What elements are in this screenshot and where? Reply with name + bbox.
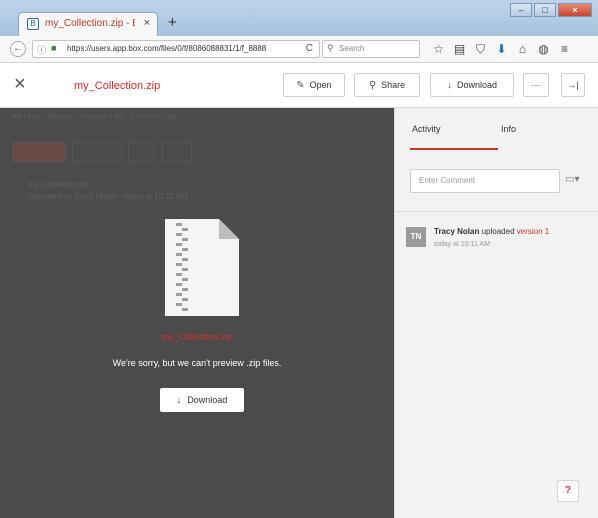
background-text: uploaded by Tracy Nolan · today at 10:11… — [28, 192, 188, 201]
window-controls: – □ × — [510, 3, 592, 17]
zip-file-icon — [165, 219, 239, 316]
site-info-icon[interactable]: ⓘ — [37, 43, 46, 56]
tab-info[interactable]: Info — [501, 124, 516, 134]
browser-toolbar-icons: ☆ ▤ ⛉ ⬇ ⌂ ◍ ≡ — [428, 40, 575, 58]
download-arrow-icon: ↓ — [176, 395, 182, 405]
open-button[interactable]: ✎ Open — [283, 73, 345, 97]
background-new-button — [12, 142, 66, 162]
download-button-label: Download — [456, 80, 498, 90]
background-breadcrumb: All Files › Shared › Sample › my_Collect… — [12, 112, 177, 121]
back-arrow-icon[interactable]: ← — [10, 41, 26, 57]
reload-icon[interactable]: C — [306, 43, 313, 54]
close-window-button[interactable]: × — [558, 3, 592, 17]
activity-user[interactable]: Tracy Nolan — [434, 227, 479, 236]
help-button[interactable]: ? — [557, 480, 579, 502]
preview-area: All Files › Shared › Sample › my_Collect… — [0, 108, 394, 518]
download-arrow-icon: ↓ — [446, 79, 452, 91]
tab-close-icon[interactable]: × — [144, 17, 150, 29]
avatar: TN — [406, 227, 426, 247]
share-button[interactable]: ⚲ Share — [354, 73, 420, 97]
more-options-icon: ··· — [531, 80, 541, 90]
tab-activity[interactable]: Activity — [412, 124, 441, 134]
title-bar: B my_Collection.zip - Box × + – □ × — [0, 0, 598, 36]
more-options-button[interactable]: ··· — [523, 73, 549, 97]
maximize-button[interactable]: □ — [534, 3, 556, 17]
tab-title: my_Collection.zip - Box — [45, 18, 135, 29]
url-bar[interactable]: ⓘ ■ https://users.app.box.com/files/0/f/… — [32, 40, 320, 58]
preview-unavailable-message: We're sorry, but we can't preview .zip f… — [112, 358, 282, 368]
pocket-icon[interactable]: ⛉ — [470, 40, 491, 58]
activity-item: Tracy Nolan uploaded version 1 — [434, 227, 549, 236]
browser-window: B my_Collection.zip - Box × + – □ × ← ⓘ … — [0, 0, 598, 518]
preview-file-name: my_Collection.zip — [161, 332, 233, 342]
preview-header: × my_Collection.zip ✎ Open ⚲ Share ↓ Dow… — [0, 63, 598, 108]
download-button[interactable]: ↓ Download — [430, 73, 514, 97]
box-favicon-icon: B — [27, 18, 39, 30]
background-button — [72, 142, 122, 162]
background-text: my_Collection.zip — [28, 180, 91, 189]
collapse-sidebar-button[interactable]: →| — [561, 73, 585, 97]
minimize-button[interactable]: – — [510, 3, 532, 17]
preview-download-label: Download — [187, 395, 228, 405]
comment-input[interactable]: Enter Comment — [410, 169, 560, 193]
comment-options-icon[interactable]: ▭▾ — [565, 174, 579, 185]
menu-icon[interactable]: ≡ — [554, 40, 575, 58]
activity-timestamp: today at 10:11 AM — [434, 241, 490, 248]
home-icon[interactable]: ⌂ — [512, 40, 533, 58]
close-preview-icon[interactable]: × — [14, 74, 26, 94]
browser-tab[interactable]: B my_Collection.zip - Box × — [18, 12, 158, 36]
reading-list-icon[interactable]: ▤ — [449, 40, 470, 58]
search-input[interactable]: ⚲ Search — [322, 40, 420, 58]
activity-version-link[interactable]: version 1 — [517, 227, 549, 236]
file-name: my_Collection.zip — [74, 80, 161, 92]
collapse-sidebar-icon: →| — [567, 80, 579, 90]
search-placeholder: Search — [339, 44, 365, 53]
sidebar-divider — [395, 211, 598, 212]
url-text[interactable]: https://users.app.box.com/files/0/f/8086… — [67, 44, 279, 53]
background-button — [162, 142, 192, 162]
pencil-icon: ✎ — [296, 79, 305, 91]
chat-icon[interactable]: ◍ — [533, 40, 554, 58]
sidebar: Activity Info Enter Comment ▭▾ TN Tracy … — [394, 108, 598, 518]
bookmark-star-icon[interactable]: ☆ — [428, 40, 449, 58]
search-icon: ⚲ — [327, 43, 334, 53]
navigation-bar: ← ⓘ ■ https://users.app.box.com/files/0/… — [0, 36, 598, 63]
background-button — [128, 142, 154, 162]
open-button-label: Open — [309, 80, 332, 90]
activity-action: uploaded — [481, 227, 515, 236]
downloads-icon[interactable]: ⬇ — [491, 40, 512, 58]
active-tab-indicator — [410, 148, 498, 150]
preview-download-button[interactable]: ↓ Download — [160, 388, 244, 412]
share-button-label: Share — [381, 80, 406, 90]
lock-icon: ■ — [51, 43, 57, 53]
link-icon: ⚲ — [368, 79, 377, 91]
new-tab-icon[interactable]: + — [168, 14, 177, 31]
